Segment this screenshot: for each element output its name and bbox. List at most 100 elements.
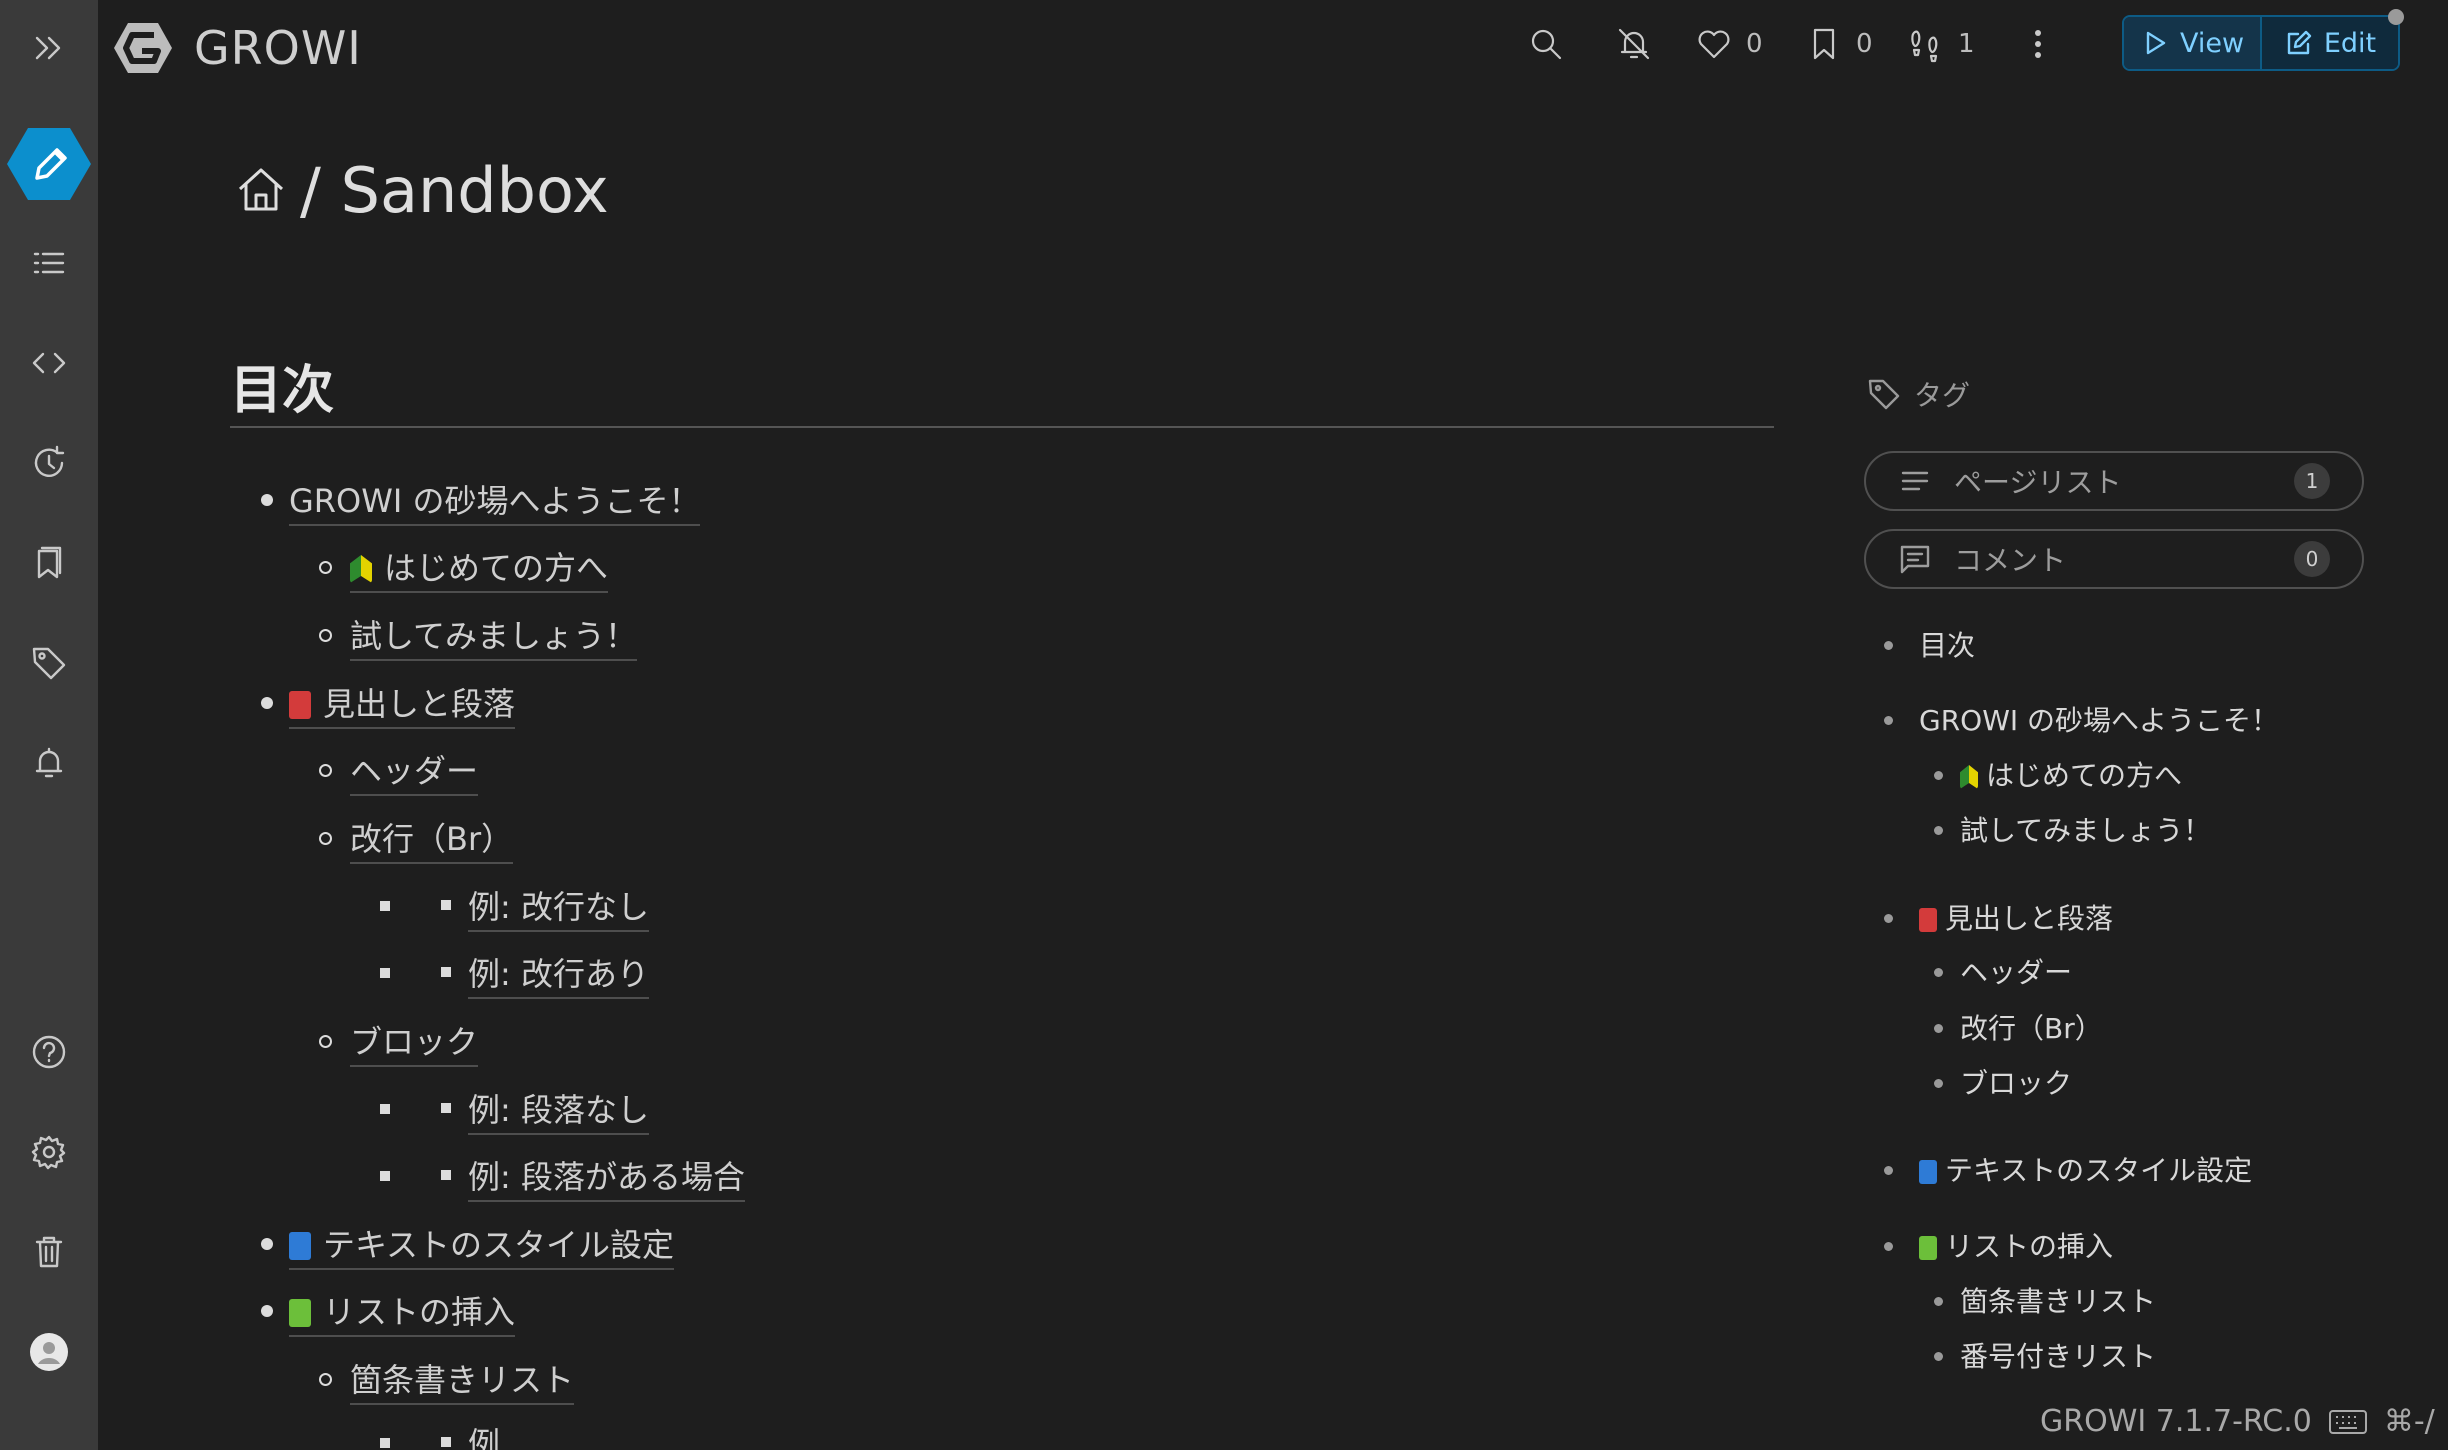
- bookmarks-icon: [37, 546, 62, 579]
- green-emoji-icon: [1960, 765, 1978, 789]
- red-emoji-icon: [289, 691, 311, 719]
- sidebar-tree-button[interactable]: [0, 223, 98, 303]
- settings-button[interactable]: [0, 1112, 98, 1192]
- toc-link[interactable]: ヘッダー: [350, 746, 479, 796]
- side-toc-link[interactable]: 試してみましょう！: [1960, 809, 2211, 849]
- toc-link-text: 見出しと段落: [289, 685, 516, 729]
- edit-label: Edit: [2323, 27, 2377, 59]
- toc-link[interactable]: 例: [468, 1419, 501, 1450]
- bookmark-icon: [1813, 28, 1835, 60]
- side-toc-link[interactable]: 改行（Br）: [1960, 1007, 2103, 1047]
- sidebar-bookmarks-button[interactable]: [0, 523, 98, 603]
- toc-link-text: 試してみましょう！: [350, 617, 638, 661]
- side-toc-bullet: [1934, 1352, 1943, 1361]
- side-toc-link[interactable]: 箇条書きリスト: [1960, 1280, 2156, 1320]
- seen-users-button[interactable]: 1: [1906, 16, 1975, 72]
- like-count: 0: [1746, 29, 1763, 59]
- sidebar-collapse-button[interactable]: [0, 8, 98, 88]
- tag-icon: [32, 647, 66, 680]
- side-toc-link[interactable]: 見出しと段落: [1919, 897, 2113, 937]
- help-button[interactable]: [0, 1012, 98, 1092]
- side-toc-bullet: [1934, 1079, 1943, 1088]
- tags-section[interactable]: タグ: [1866, 374, 1970, 414]
- toc-link-text: 例: 段落がある場合: [468, 1158, 745, 1202]
- edit-button[interactable]: Edit: [2260, 17, 2398, 69]
- page-list-button[interactable]: ページリスト 1: [1864, 451, 2364, 511]
- sidebar-recent-button[interactable]: [0, 423, 98, 503]
- toc-link[interactable]: 箇条書きリスト: [350, 1355, 575, 1405]
- subscribe-button[interactable]: [1614, 16, 1654, 72]
- home-icon[interactable]: [234, 163, 288, 217]
- trash-icon: [35, 1236, 63, 1268]
- brand[interactable]: GROWI: [114, 18, 362, 78]
- app-name: GROWI: [194, 21, 362, 75]
- bell-icon: [35, 747, 63, 778]
- page-title-text: / Sandbox: [300, 153, 609, 227]
- toc-bullet: [441, 1437, 451, 1447]
- list-icon: [1901, 471, 1929, 491]
- sidebar-notifications-button[interactable]: [0, 723, 98, 803]
- toc-link[interactable]: 改行（Br）: [350, 814, 514, 864]
- lgreen-emoji-icon: [1919, 1236, 1937, 1260]
- toc-link[interactable]: 例: 改行あり: [468, 949, 649, 999]
- toc-link[interactable]: ブロック: [350, 1017, 479, 1067]
- toc-link[interactable]: 試してみましょう！: [350, 611, 638, 661]
- trash-button[interactable]: [0, 1212, 98, 1292]
- like-button[interactable]: 0: [1694, 16, 1763, 72]
- toc-link-text: ヘッダー: [350, 752, 479, 796]
- toc-link[interactable]: 例: 改行なし: [468, 882, 649, 932]
- seen-count: 1: [1958, 29, 1975, 59]
- toc-bullet: [380, 968, 390, 978]
- toc-link[interactable]: はじめての方へ: [350, 543, 609, 593]
- code-icon: [32, 352, 66, 374]
- toc-bullet: [380, 1438, 390, 1448]
- sidebar-tags-button[interactable]: [0, 623, 98, 703]
- toc-link-text: 改行（Br）: [350, 820, 514, 864]
- toc-link-text: GROWI の砂場へようこそ！: [289, 482, 701, 526]
- toc-link[interactable]: 見出しと段落: [289, 679, 516, 729]
- side-toc-link[interactable]: 目次: [1919, 624, 1975, 664]
- more-button[interactable]: [2018, 16, 2058, 72]
- toc-link-text: 例: 段落なし: [468, 1091, 649, 1135]
- side-toc-link[interactable]: GROWI の砂場へようこそ！: [1919, 699, 2279, 739]
- toc-heading: 目次: [230, 361, 335, 421]
- page-list-count: 1: [2294, 463, 2330, 499]
- search-button[interactable]: [1526, 16, 1566, 72]
- side-toc-link[interactable]: はじめての方へ: [1960, 754, 2182, 794]
- keyboard-icon[interactable]: [2328, 1407, 2368, 1437]
- side-toc-bullet: [1884, 914, 1893, 923]
- more-icon: [2035, 30, 2041, 58]
- edit-icon[interactable]: [7, 126, 91, 202]
- heart-icon: [1698, 30, 1730, 59]
- green-emoji-icon: [350, 555, 372, 583]
- bookmark-button[interactable]: 0: [1804, 16, 1873, 72]
- side-toc-link[interactable]: ヘッダー: [1960, 951, 2072, 991]
- user-icon: [30, 1333, 68, 1371]
- toc-link[interactable]: GROWI の砂場へようこそ！: [289, 476, 701, 526]
- toc-link[interactable]: 例: 段落がある場合: [468, 1152, 745, 1202]
- toc-link[interactable]: テキストのスタイル設定: [289, 1220, 675, 1270]
- shortcut-text: ⌘-/: [2383, 1404, 2435, 1439]
- sidebar: [0, 0, 98, 1450]
- sidebar-collapse-icon: [35, 36, 61, 60]
- footprints-icon: [1911, 30, 1938, 63]
- toc-bullet: [380, 1104, 390, 1114]
- side-toc-bullet: [1934, 968, 1943, 977]
- side-toc-link[interactable]: ブロック: [1960, 1062, 2072, 1102]
- side-toc-link[interactable]: 番号付きリスト: [1960, 1335, 2156, 1375]
- comment-button[interactable]: コメント 0: [1864, 529, 2364, 589]
- toc-bullet: [261, 1238, 273, 1250]
- side-toc-bullet: [1884, 641, 1893, 650]
- view-button[interactable]: View: [2124, 17, 2260, 69]
- toc-link[interactable]: リストの挿入: [289, 1287, 516, 1337]
- toc-bullet: [319, 832, 332, 845]
- toc-link[interactable]: 例: 段落なし: [468, 1085, 649, 1135]
- side-toc-bullet: [1934, 1024, 1943, 1033]
- side-toc-bullet: [1884, 1242, 1893, 1251]
- user-avatar-button[interactable]: [0, 1312, 98, 1392]
- side-toc-link[interactable]: テキストのスタイル設定: [1919, 1149, 2252, 1189]
- toc-bullet: [261, 1305, 273, 1317]
- side-toc-link[interactable]: リストの挿入: [1919, 1225, 2113, 1265]
- sidebar-custom-button[interactable]: [0, 323, 98, 403]
- version-text: GROWI 7.1.7-RC.0: [2040, 1404, 2312, 1439]
